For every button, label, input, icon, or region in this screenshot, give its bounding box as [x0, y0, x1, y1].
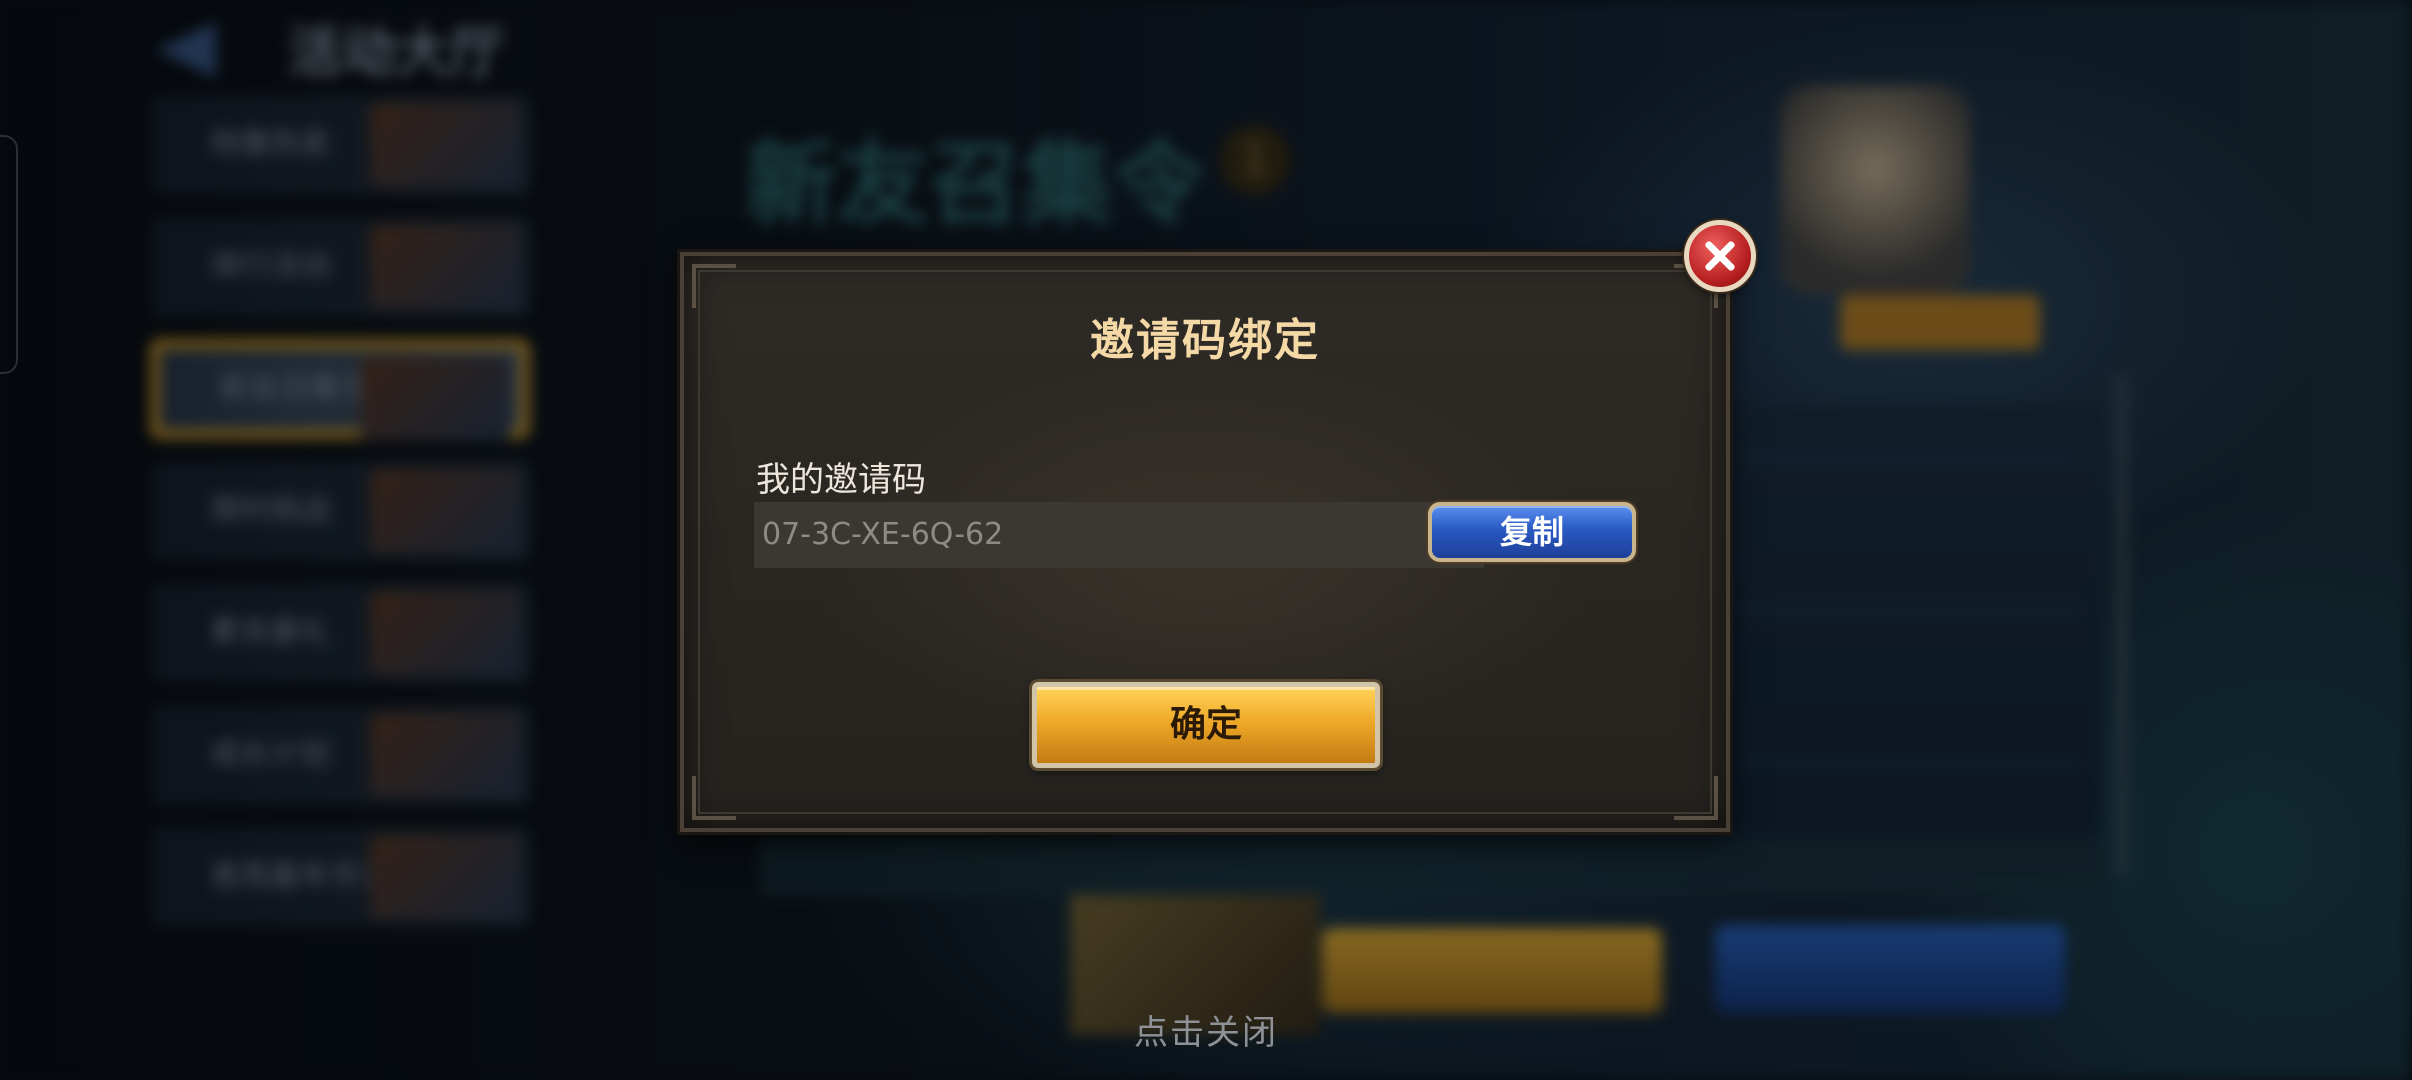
corner-ornament	[692, 264, 736, 308]
dialog-title: 邀请码绑定	[1090, 315, 1320, 366]
invite-code-dialog: 邀请码绑定 我的邀请码 07-3C-XE-6Q-62 复制 确定	[680, 252, 1730, 832]
close-button[interactable]	[1684, 220, 1756, 292]
copy-button[interactable]: 复制	[1428, 502, 1636, 562]
confirm-button[interactable]: 确定	[1032, 682, 1380, 768]
tap-to-close-hint[interactable]: 点击关闭	[0, 1005, 2412, 1054]
edge-handle	[0, 135, 18, 374]
invite-code-value: 07-3C-XE-6Q-62	[762, 517, 1004, 552]
invite-code-label: 我的邀请码	[756, 460, 926, 500]
corner-ornament	[1674, 776, 1718, 820]
invite-code-field: 07-3C-XE-6Q-62	[754, 502, 1484, 568]
corner-ornament	[692, 776, 736, 820]
